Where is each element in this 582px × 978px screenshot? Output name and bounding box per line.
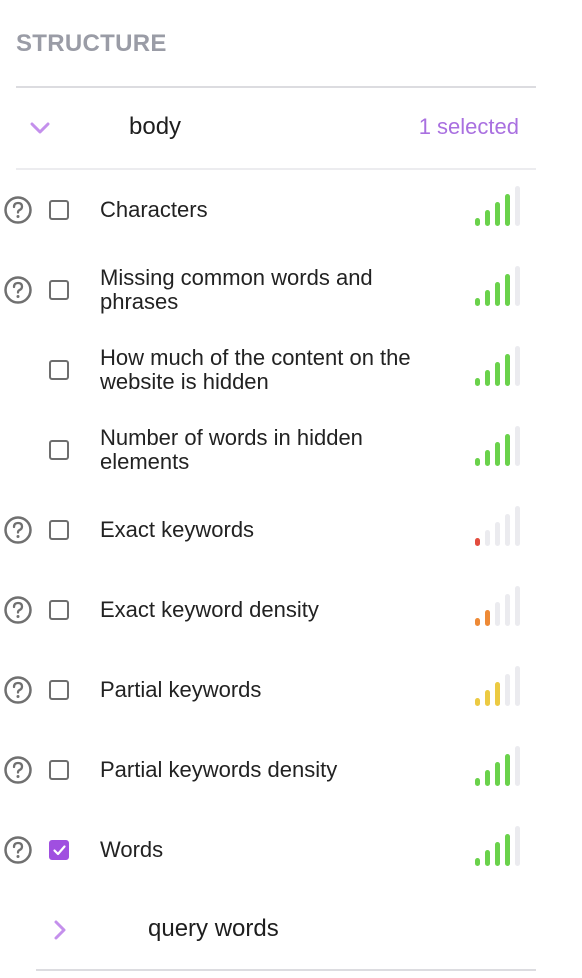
strength-bar bbox=[495, 282, 500, 306]
strength-indicator bbox=[475, 186, 521, 226]
group-body-header[interactable]: body 1 selected bbox=[16, 88, 536, 168]
strength-bar bbox=[495, 842, 500, 866]
item-label: Characters bbox=[100, 197, 208, 222]
group-query-words-header[interactable]: query words bbox=[16, 890, 536, 970]
strength-bar bbox=[515, 186, 520, 226]
help-icon[interactable] bbox=[4, 676, 32, 704]
strength-bar bbox=[505, 194, 510, 226]
strength-bar bbox=[505, 274, 510, 306]
strength-bar bbox=[515, 266, 520, 306]
strength-bar bbox=[485, 530, 490, 546]
group-label: body bbox=[129, 113, 182, 140]
checkbox[interactable] bbox=[49, 440, 69, 460]
item-label: Words bbox=[100, 837, 164, 862]
help-icon[interactable] bbox=[4, 596, 32, 624]
help-icon[interactable] bbox=[4, 836, 32, 864]
section-title: STRUCTURE bbox=[16, 30, 167, 57]
divider bbox=[36, 969, 536, 971]
strength-indicator bbox=[475, 666, 521, 706]
item-label: Exact keywords bbox=[100, 517, 255, 542]
strength-bar bbox=[475, 778, 480, 786]
strength-bar bbox=[505, 834, 510, 866]
strength-bar bbox=[505, 754, 510, 786]
strength-indicator bbox=[475, 826, 521, 866]
strength-bar bbox=[485, 370, 490, 386]
strength-bar bbox=[475, 298, 480, 306]
help-icon[interactable] bbox=[4, 196, 32, 224]
strength-bar bbox=[495, 762, 500, 786]
subgroup-label: query words bbox=[148, 915, 279, 942]
item-label: How much of the content on the website i… bbox=[100, 345, 411, 394]
list-item[interactable]: Characters bbox=[0, 170, 540, 250]
selected-count: 1 selected bbox=[418, 114, 519, 139]
strength-bar bbox=[485, 450, 490, 466]
strength-bar bbox=[475, 858, 480, 866]
checkbox[interactable] bbox=[49, 200, 69, 220]
list-item[interactable]: Number of words in hidden elements bbox=[0, 410, 540, 490]
list-item[interactable]: Partial keywords bbox=[0, 650, 540, 730]
strength-bar bbox=[475, 618, 480, 626]
strength-bar bbox=[515, 426, 520, 466]
strength-bar bbox=[505, 674, 510, 706]
strength-bar bbox=[515, 666, 520, 706]
strength-bar bbox=[485, 290, 490, 306]
strength-bar bbox=[505, 594, 510, 626]
strength-bar bbox=[515, 346, 520, 386]
list-item[interactable]: Exact keywords bbox=[0, 490, 540, 570]
strength-bar bbox=[475, 458, 480, 466]
strength-bar bbox=[475, 218, 480, 226]
strength-bar bbox=[515, 746, 520, 786]
list-item[interactable]: Words bbox=[0, 810, 540, 890]
help-icon[interactable] bbox=[4, 756, 32, 784]
strength-bar bbox=[515, 506, 520, 546]
strength-bar bbox=[485, 610, 490, 626]
strength-indicator bbox=[475, 586, 521, 626]
strength-bar bbox=[495, 442, 500, 466]
strength-indicator bbox=[475, 426, 521, 466]
strength-bar bbox=[495, 522, 500, 546]
item-label: Partial keywords density bbox=[100, 757, 338, 782]
strength-bar bbox=[515, 586, 520, 626]
strength-indicator bbox=[475, 346, 521, 386]
strength-bar bbox=[495, 362, 500, 386]
strength-bar bbox=[485, 690, 490, 706]
list-item[interactable]: Missing common words and phrases bbox=[0, 250, 540, 330]
strength-bar bbox=[515, 826, 520, 866]
list-item[interactable]: How much of the content on the website i… bbox=[0, 330, 540, 410]
item-label: Number of words in hidden elements bbox=[100, 425, 363, 474]
checkbox[interactable] bbox=[49, 760, 69, 780]
list-item[interactable]: Exact keyword density bbox=[0, 570, 540, 650]
strength-bar bbox=[495, 202, 500, 226]
strength-bar bbox=[505, 354, 510, 386]
strength-bar bbox=[505, 514, 510, 546]
strength-bar bbox=[485, 850, 490, 866]
checkbox[interactable] bbox=[49, 680, 69, 700]
help-icon[interactable] bbox=[4, 516, 32, 544]
item-label: Missing common words and phrases bbox=[100, 265, 373, 314]
checkbox[interactable] bbox=[49, 280, 69, 300]
strength-bar bbox=[475, 698, 480, 706]
strength-bar bbox=[495, 602, 500, 626]
checkbox[interactable] bbox=[49, 520, 69, 540]
checkbox[interactable] bbox=[49, 360, 69, 380]
list-item[interactable]: Partial keywords density bbox=[0, 730, 540, 810]
checkbox[interactable] bbox=[49, 840, 69, 860]
item-label: Partial keywords bbox=[100, 677, 262, 702]
chevron-down-icon[interactable] bbox=[29, 117, 51, 139]
strength-bar bbox=[475, 378, 480, 386]
strength-indicator bbox=[475, 506, 521, 546]
chevron-right-icon[interactable] bbox=[49, 919, 71, 941]
check-icon bbox=[53, 845, 66, 856]
strength-bar bbox=[485, 210, 490, 226]
strength-bar bbox=[495, 682, 500, 706]
item-label: Exact keyword density bbox=[100, 597, 319, 622]
strength-bar bbox=[475, 538, 480, 546]
strength-bar bbox=[505, 434, 510, 466]
strength-indicator bbox=[475, 746, 521, 786]
help-icon[interactable] bbox=[4, 276, 32, 304]
strength-indicator bbox=[475, 266, 521, 306]
strength-bar bbox=[485, 770, 490, 786]
checkbox[interactable] bbox=[49, 600, 69, 620]
